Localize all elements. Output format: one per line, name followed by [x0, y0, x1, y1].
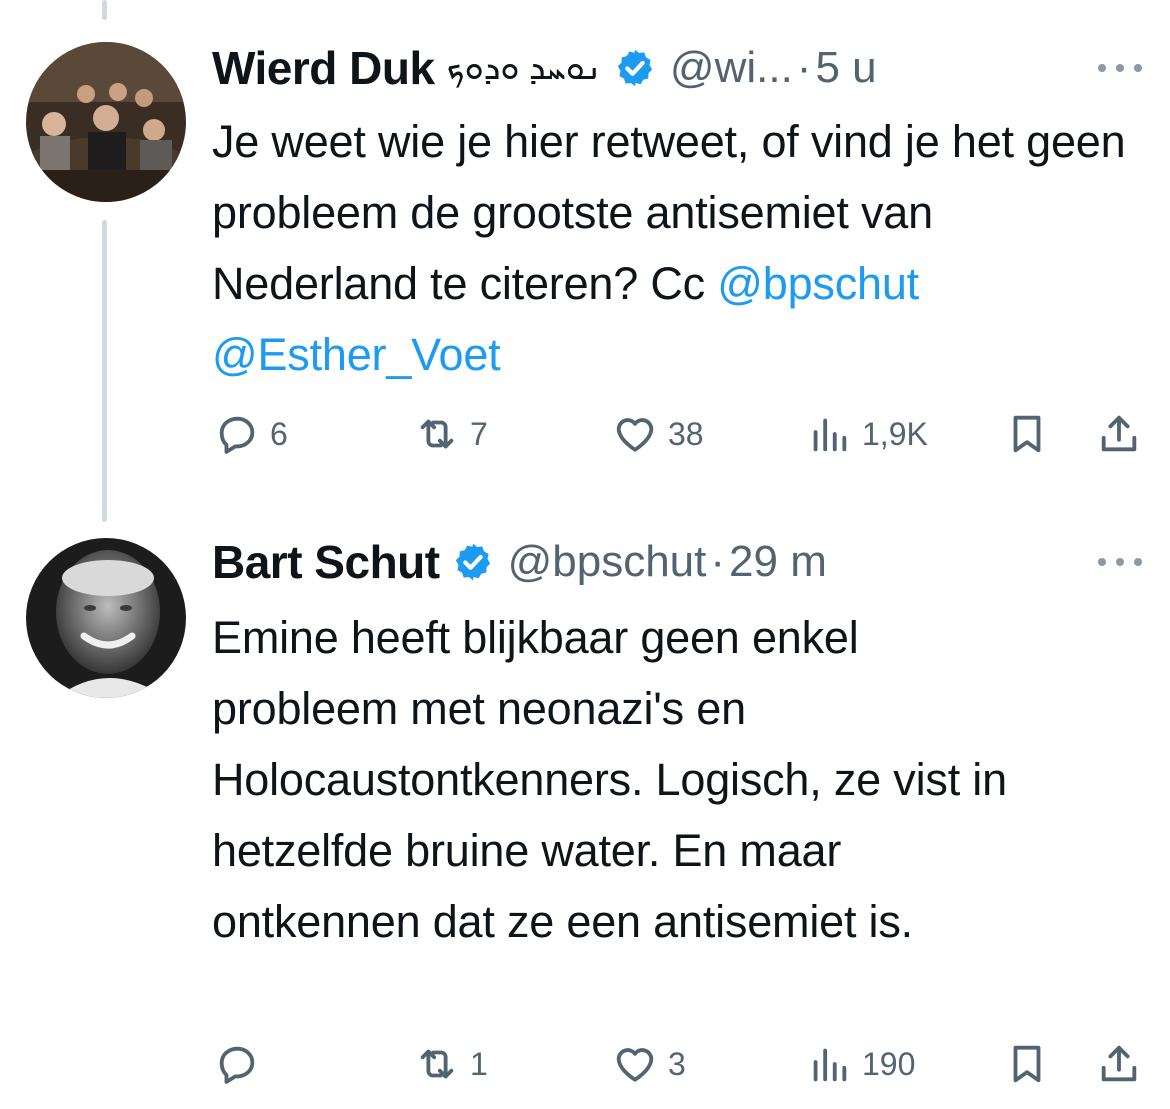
reply-button[interactable] — [214, 1034, 270, 1094]
avatar[interactable] — [26, 42, 186, 202]
tweet-text: Emine heeft blijkbaar geen enkel problee… — [212, 612, 1007, 947]
verified-badge-icon — [455, 543, 490, 581]
like-count: 38 — [668, 415, 704, 452]
tweet[interactable]: Bart Schut @bpschut · 29 m Emine heeft b… — [0, 520, 1170, 1109]
separator: · — [710, 537, 726, 586]
display-name[interactable]: Wierd Duk — [212, 41, 435, 95]
view-count: 190 — [862, 1045, 916, 1082]
bookmark-button[interactable] — [1004, 1034, 1050, 1094]
reply-button[interactable]: 6 — [214, 404, 288, 464]
display-name[interactable]: Bart Schut — [212, 535, 440, 589]
reply-icon — [219, 1046, 255, 1084]
tweet-header: Wierd Duk ܢܘܚܕ ܘܕܘܟ @wi... · 5 u — [212, 38, 1150, 98]
views-button[interactable]: 190 — [806, 1034, 915, 1094]
mention-link[interactable]: @Esther_Voet — [212, 329, 501, 380]
views-icon — [813, 418, 847, 452]
views-button[interactable]: 1,9K — [806, 404, 928, 464]
more-icon[interactable] — [1098, 60, 1142, 76]
action-bar: 1 3 190 — [0, 1034, 1170, 1094]
share-icon — [1101, 415, 1137, 452]
like-button[interactable]: 3 — [612, 1034, 686, 1094]
bookmark-button[interactable] — [1004, 404, 1050, 464]
retweet-button[interactable]: 1 — [414, 1034, 488, 1094]
tweet-text-body: Je weet wie je hier retweet, of vind je … — [212, 116, 1126, 309]
retweet-icon — [420, 1049, 454, 1079]
retweet-count: 7 — [470, 415, 488, 452]
share-button[interactable] — [1096, 1034, 1142, 1094]
like-icon — [616, 418, 654, 452]
separator: · — [796, 43, 812, 92]
retweet-count: 1 — [470, 1045, 488, 1082]
bookmark-icon — [1013, 415, 1041, 453]
view-count: 1,9K — [862, 415, 928, 452]
retweet-button[interactable]: 7 — [414, 404, 488, 464]
tweet-header: Bart Schut @bpschut · 29 m — [212, 532, 1150, 592]
timestamp[interactable]: 5 u — [815, 43, 876, 93]
share-icon — [1101, 1045, 1137, 1082]
more-icon[interactable] — [1098, 554, 1142, 570]
handle[interactable]: @wi... — [670, 43, 793, 93]
bookmark-icon — [1013, 1045, 1041, 1083]
tweet-text: Je weet wie je hier retweet, of vind je … — [212, 106, 1142, 390]
like-button[interactable]: 38 — [612, 404, 704, 464]
display-name-script: ܢܘܚܕ ܘܕܘܟ — [446, 48, 602, 87]
reply-count: 6 — [270, 415, 288, 452]
mention-link[interactable]: @bpschut — [717, 258, 919, 309]
handle[interactable]: @bpschut — [508, 537, 707, 587]
timestamp[interactable]: 29 m — [729, 537, 827, 587]
like-count: 3 — [668, 1045, 686, 1082]
tweet[interactable]: Wierd Duk ܢܘܚܕ ܘܕܘܟ @wi... · 5 u Je weet… — [0, 0, 1170, 500]
views-icon — [813, 1048, 847, 1082]
action-bar: 6 7 38 1,9K — [0, 404, 1170, 464]
share-button[interactable] — [1096, 404, 1142, 464]
like-icon — [616, 1048, 654, 1082]
avatar[interactable] — [26, 538, 186, 698]
verified-badge-icon — [617, 49, 653, 87]
retweet-icon — [420, 419, 454, 449]
reply-icon — [219, 416, 255, 454]
